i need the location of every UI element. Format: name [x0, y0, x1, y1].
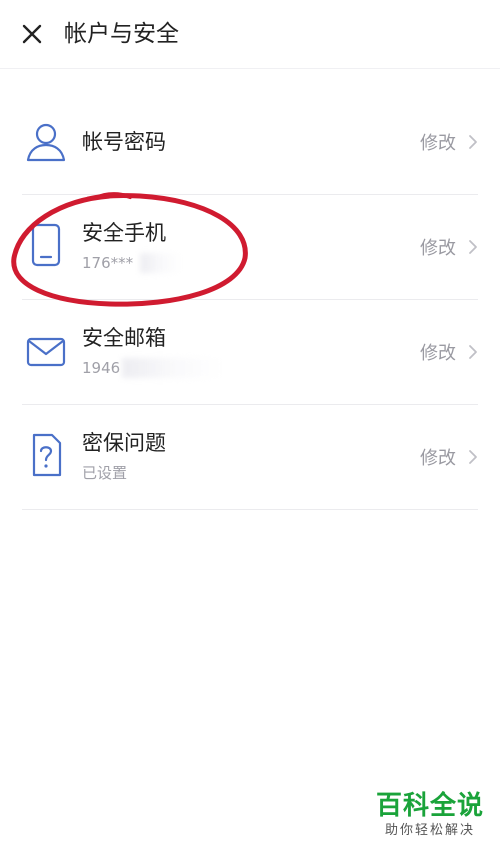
security-settings-list: 帐号密码 修改 安全手机 176*** 修改 安全邮箱 1946 修改 密保问题… — [22, 90, 478, 510]
edit-link[interactable]: 修改 — [420, 338, 478, 366]
security-phone-row[interactable]: 安全手机 176*** 修改 — [22, 195, 478, 300]
row-title: 安全手机 — [82, 221, 166, 245]
chevron-right-icon — [469, 135, 477, 149]
phone-icon — [22, 221, 70, 269]
masked-email: 1946 — [82, 359, 121, 377]
row-title: 帐号密码 — [82, 130, 166, 154]
edit-label: 修改 — [420, 133, 456, 154]
chevron-right-icon — [469, 345, 477, 359]
account-password-row[interactable]: 帐号密码 修改 — [22, 90, 478, 195]
masked-phone-number: 176*** — [82, 254, 134, 272]
edit-label: 修改 — [420, 448, 456, 469]
edit-label: 修改 — [420, 343, 456, 364]
edit-label: 修改 — [420, 238, 456, 259]
security-email-row[interactable]: 安全邮箱 1946 修改 — [22, 300, 478, 405]
row-title: 安全邮箱 — [82, 326, 166, 350]
user-icon — [22, 118, 70, 166]
mail-icon — [22, 328, 70, 376]
edit-link[interactable]: 修改 — [420, 443, 478, 471]
row-title: 密保问题 — [82, 431, 166, 455]
close-button[interactable] — [10, 12, 54, 56]
close-icon — [22, 24, 42, 44]
edit-link[interactable]: 修改 — [420, 128, 478, 156]
blur-mask — [140, 253, 182, 273]
security-question-row[interactable]: 密保问题 已设置 修改 — [22, 405, 478, 510]
app-header: 帐户与安全 — [0, 0, 500, 69]
edit-link[interactable]: 修改 — [420, 233, 478, 261]
watermark-subtitle: 助你轻松解决 — [384, 823, 475, 838]
watermark: 百科全说 助你轻松解决 — [376, 790, 484, 840]
question-doc-icon — [22, 431, 70, 479]
page-title: 帐户与安全 — [64, 21, 179, 47]
watermark-title: 百科全说 — [375, 791, 484, 821]
chevron-right-icon — [469, 240, 477, 254]
status-text: 已设置 — [82, 464, 128, 482]
blur-mask — [122, 358, 222, 378]
chevron-right-icon — [469, 450, 477, 464]
